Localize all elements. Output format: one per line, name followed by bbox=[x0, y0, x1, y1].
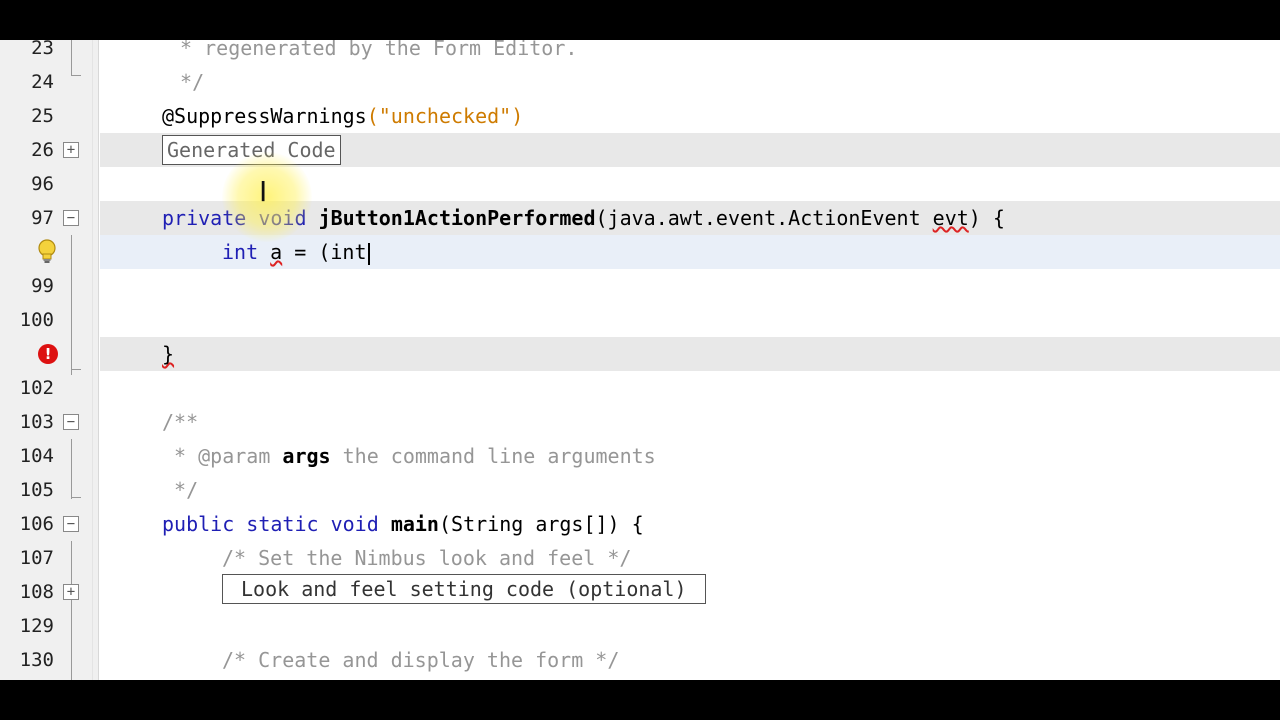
line-number: 96 bbox=[31, 173, 54, 195]
code-line-107[interactable]: 107 /* Set the Nimbus look and feel */ bbox=[0, 541, 1280, 575]
line-number: 129 bbox=[19, 615, 54, 637]
code-line-96[interactable]: 96 bbox=[0, 167, 1280, 201]
code-line-101[interactable]: ! } bbox=[0, 337, 1280, 371]
line-number: 130 bbox=[19, 649, 54, 671]
expression: = (int bbox=[282, 240, 367, 264]
code-line-97[interactable]: 97 − private void jButton1ActionPerforme… bbox=[0, 201, 1280, 235]
line-number: 24 bbox=[31, 71, 54, 93]
collapse-fold-icon[interactable]: − bbox=[63, 414, 79, 430]
text-cursor-icon: I bbox=[259, 175, 268, 208]
code-text: */ bbox=[162, 478, 199, 502]
code-line-103[interactable]: 103 − /** bbox=[0, 405, 1280, 439]
line-number: 105 bbox=[19, 479, 54, 501]
code-text: * regenerated by the Form Editor. bbox=[168, 40, 578, 60]
line-number: 100 bbox=[19, 309, 54, 331]
comment-star: * bbox=[162, 444, 199, 468]
code-line-26[interactable]: 26 + Generated Code bbox=[0, 133, 1280, 167]
code-line-108[interactable]: 108 + Look and feel setting code (option… bbox=[0, 574, 1280, 609]
collapsed-look-and-feel-code[interactable]: Look and feel setting code (optional) bbox=[222, 574, 706, 604]
code-line-23[interactable]: 23 * regenerated by the Form Editor. bbox=[0, 40, 1280, 65]
javadoc-param-name: args bbox=[282, 444, 331, 468]
params-end: ) { bbox=[968, 206, 1005, 230]
param-name: evt bbox=[932, 206, 969, 230]
variable-name: a bbox=[270, 240, 283, 264]
code-line-100[interactable]: 100 bbox=[0, 303, 1280, 337]
method-name: main bbox=[390, 512, 439, 536]
keyword: public bbox=[162, 512, 235, 536]
code-line-99[interactable]: 99 bbox=[0, 269, 1280, 303]
line-number: 25 bbox=[31, 105, 54, 127]
expand-fold-icon[interactable]: + bbox=[63, 584, 79, 600]
code-line-24[interactable]: 24 */ bbox=[0, 65, 1280, 99]
closing-brace: } bbox=[162, 342, 175, 366]
method-end-highlight bbox=[100, 337, 1280, 371]
line-number: 108 bbox=[19, 581, 54, 603]
params-start: (java.awt.event.ActionEvent bbox=[595, 206, 933, 230]
code-line-130[interactable]: 130 /* Create and display the form */ bbox=[0, 643, 1280, 677]
code-text: */ bbox=[168, 70, 205, 94]
text-caret bbox=[367, 242, 370, 265]
collapse-fold-icon[interactable]: − bbox=[63, 516, 79, 532]
code-line-102[interactable]: 102 bbox=[0, 371, 1280, 405]
code-line-105[interactable]: 105 */ bbox=[0, 473, 1280, 507]
line-number: 26 bbox=[31, 139, 54, 161]
line-number: 97 bbox=[31, 207, 54, 229]
line-number: 23 bbox=[31, 40, 54, 59]
code-text: /** bbox=[162, 410, 199, 434]
lightbulb-icon[interactable] bbox=[36, 239, 58, 265]
expand-fold-icon[interactable]: + bbox=[63, 142, 79, 158]
method-name: jButton1ActionPerformed bbox=[318, 206, 596, 230]
line-number: 99 bbox=[31, 275, 54, 297]
code-line-104[interactable]: 104 * @param args the command line argum… bbox=[0, 439, 1280, 473]
keyword: static bbox=[246, 512, 319, 536]
error-icon[interactable]: ! bbox=[38, 344, 58, 364]
code-line-129[interactable]: 129 bbox=[0, 609, 1280, 643]
code-text: /* Set the Nimbus look and feel */ bbox=[222, 546, 632, 570]
javadoc-tag: @param bbox=[198, 444, 271, 468]
code-line-106[interactable]: 106 − public static void main(String arg… bbox=[0, 507, 1280, 541]
annotation-argument: ("unchecked") bbox=[366, 104, 524, 128]
code-editor[interactable]: 23 * regenerated by the Form Editor. 24 … bbox=[0, 40, 1280, 680]
keyword: int bbox=[222, 240, 259, 264]
code-line-98[interactable]: int a = (int bbox=[0, 235, 1280, 269]
line-number: 106 bbox=[19, 513, 54, 535]
method-signature: (String args[]) { bbox=[438, 512, 644, 536]
keyword: void bbox=[330, 512, 379, 536]
line-number: 103 bbox=[19, 411, 54, 433]
collapse-fold-icon[interactable]: − bbox=[63, 210, 79, 226]
line-number: 107 bbox=[19, 547, 54, 569]
code-line-25[interactable]: 25 @SuppressWarnings("unchecked") bbox=[0, 99, 1280, 133]
line-number: 102 bbox=[19, 377, 54, 399]
comment-text: the command line arguments bbox=[330, 444, 656, 468]
code-text: /* Create and display the form */ bbox=[222, 648, 620, 672]
line-number: 104 bbox=[19, 445, 54, 467]
annotation: @SuppressWarnings bbox=[162, 104, 367, 128]
